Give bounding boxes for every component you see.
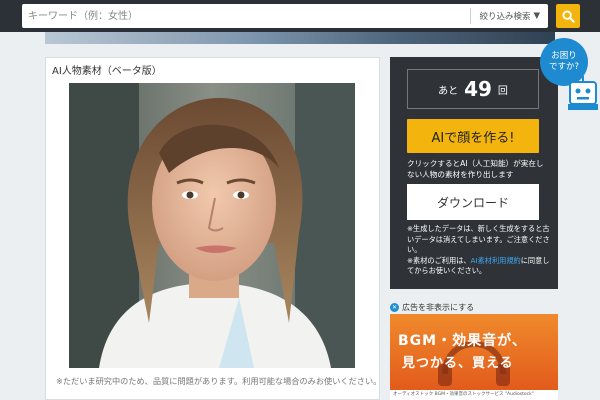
refine-search-dropdown[interactable]: 絞り込み検索 ▼ <box>471 10 548 22</box>
research-notice: ※ただいま研究中のため、品質に問題があります。利用可能な場合のみお使いください。 <box>56 376 382 386</box>
remaining-count-suffix: 回 <box>497 85 508 97</box>
ad-headline-2: 見つかる、買える <box>402 356 514 371</box>
generated-face-image <box>69 83 355 368</box>
close-icon: ✕ <box>390 303 399 312</box>
search-box: 絞り込み検索 ▼ <box>22 4 548 28</box>
search-input[interactable] <box>22 5 471 27</box>
remaining-count-prefix: あと <box>438 85 459 97</box>
download-button[interactable]: ダウンロード <box>407 184 539 220</box>
ad-headline-1: BGM・効果音が、 <box>398 333 527 349</box>
hide-ad-label: 広告を非表示にする <box>402 303 475 312</box>
search-icon <box>561 9 575 23</box>
terms-note: ※素材のご利用は、AI素材利用規約に同意してからお使いください。 <box>407 256 552 277</box>
header-banner-image <box>45 32 555 44</box>
remaining-count-value: 49 <box>464 77 492 101</box>
help-line-1: お困り <box>551 51 577 61</box>
page-title: AI人物素材（ベータ版） <box>52 66 162 77</box>
robot-icon[interactable] <box>566 76 600 112</box>
top-bar: 絞り込み検索 ▼ <box>0 0 600 32</box>
side-notes: ※生成したデータは、新しく生成をすると古いデータは消えてしまいます。ご注意くださ… <box>407 224 552 277</box>
generator-panel: あと 49 回 AIで顔を作る! クリックするとAI（人工知能）が実在しない人物… <box>390 57 558 289</box>
remaining-count-box: あと 49 回 <box>407 69 539 109</box>
refine-search-label: 絞り込み検索 <box>479 12 531 22</box>
ai-portrait-card: AI人物素材（ベータ版） ※ただいま研究中のため、品質に問題があります。利用可能… <box>45 57 382 400</box>
terms-link[interactable]: AI素材利用規約 <box>471 256 521 265</box>
help-line-2: ですか? <box>548 62 579 72</box>
hide-ad-link[interactable]: ✕ 広告を非表示にする <box>390 302 474 313</box>
audiostock-ad[interactable]: BGM・効果音が、 見つかる、買える オーディオストック BGM・効果音のストッ… <box>390 314 558 400</box>
create-face-button[interactable]: AIで顔を作る! <box>407 119 539 153</box>
data-loss-note: ※生成したデータは、新しく生成をすると古いデータは消えてしまいます。ご注意くださ… <box>407 224 550 254</box>
create-description: クリックするとAI（人工知能）が実在しない人物の素材を作り出します <box>407 159 544 179</box>
portrait-illustration <box>69 83 355 368</box>
chevron-down-icon: ▼ <box>533 11 540 21</box>
ad-footer: オーディオストック BGM・効果音のストックサービス "Audiostock" <box>390 390 558 400</box>
search-button[interactable] <box>556 4 580 28</box>
terms-note-prefix: ※素材のご利用は、 <box>407 255 471 265</box>
